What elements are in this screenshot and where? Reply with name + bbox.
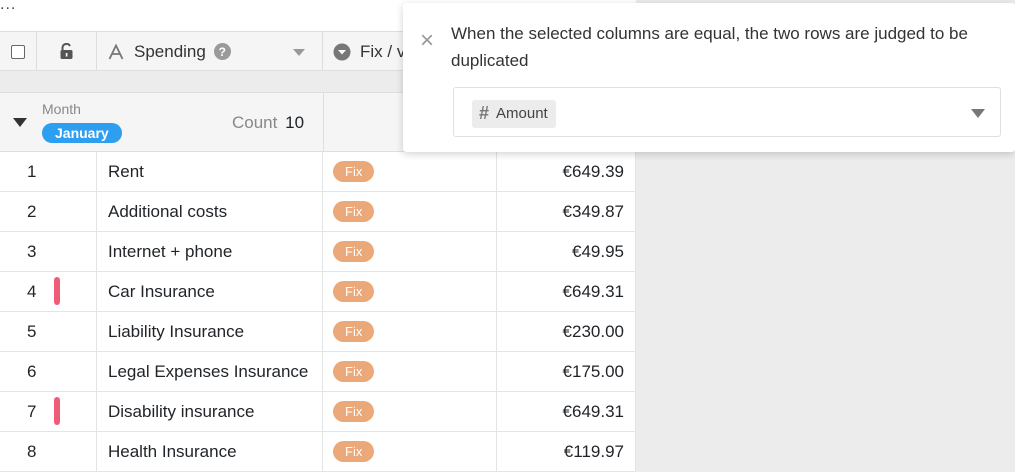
duplicate-marker [54, 397, 60, 425]
spending-cell[interactable]: Rent [97, 152, 323, 191]
amount-cell[interactable]: €230.00 [497, 312, 636, 351]
fix-variable-cell[interactable]: Fix [323, 312, 497, 351]
text-field-icon [108, 43, 124, 59]
row-number: 3 [0, 232, 97, 271]
column-spending-label: Spending [134, 41, 206, 61]
amount-cell[interactable]: €649.31 [497, 272, 636, 311]
fix-variable-cell[interactable]: Fix [323, 232, 497, 271]
close-icon[interactable]: × [420, 29, 434, 53]
row-number: 2 [0, 192, 97, 231]
spending-cell[interactable]: Legal Expenses Insurance [97, 352, 323, 391]
row-number: 4 [0, 272, 97, 311]
duplicate-settings-panel: × When the selected columns are equal, t… [403, 3, 1015, 152]
selected-column-tag[interactable]: # Amount [472, 100, 556, 128]
row-4[interactable]: 4 Car Insurance Fix €649.31 [0, 272, 636, 312]
row-2[interactable]: 2 Additional costs Fix €349.87 [0, 192, 636, 232]
group-field-label: Month [42, 101, 81, 117]
amount-cell[interactable]: €349.87 [497, 192, 636, 231]
fix-tag: Fix [333, 241, 375, 262]
spending-cell[interactable]: Disability insurance [97, 392, 323, 431]
column-header-spending[interactable]: Spending ? [97, 32, 323, 71]
group-count: Count 10 [232, 113, 304, 133]
fix-tag: Fix [333, 361, 375, 382]
fix-variable-cell[interactable]: Fix [323, 272, 497, 311]
more-options-icon[interactable]: ... [0, 0, 16, 14]
fix-variable-cell[interactable]: Fix [323, 152, 497, 191]
lock-icon[interactable] [59, 43, 74, 60]
duplicate-description: When the selected columns are equal, the… [451, 24, 968, 70]
spending-cell[interactable]: Health Insurance [97, 432, 323, 471]
spending-cell[interactable]: Additional costs [97, 192, 323, 231]
fix-variable-cell[interactable]: Fix [323, 192, 497, 231]
amount-cell[interactable]: €649.31 [497, 392, 636, 431]
lock-cell [37, 32, 97, 71]
group-count-label: Count [232, 113, 278, 132]
row-number: 8 [0, 432, 97, 471]
fix-tag: Fix [333, 161, 375, 182]
amount-cell[interactable]: €649.39 [497, 152, 636, 191]
group-value-badge: January [42, 123, 122, 143]
fix-tag: Fix [333, 281, 375, 302]
select-all-checkbox[interactable] [11, 44, 25, 59]
chevron-down-icon[interactable] [293, 49, 305, 56]
row-6[interactable]: 6 Legal Expenses Insurance Fix €175.00 [0, 352, 636, 392]
group-divider [323, 93, 324, 151]
row-1[interactable]: 1 Rent Fix €649.39 [0, 152, 636, 192]
column-fix-label: Fix / v [360, 41, 406, 61]
fix-tag: Fix [333, 321, 375, 342]
single-select-icon [333, 43, 351, 60]
spending-cell[interactable]: Car Insurance [97, 272, 323, 311]
amount-cell[interactable]: €175.00 [497, 352, 636, 391]
collapse-group-icon[interactable] [13, 118, 27, 127]
fix-variable-cell[interactable]: Fix [323, 432, 497, 471]
row-5[interactable]: 5 Liability Insurance Fix €230.00 [0, 312, 636, 352]
select-all-cell [0, 32, 37, 71]
help-icon[interactable]: ? [213, 43, 231, 60]
row-7[interactable]: 7 Disability insurance Fix €649.31 [0, 392, 636, 432]
fix-tag: Fix [333, 401, 375, 422]
duplicate-marker [54, 277, 60, 305]
fix-tag: Fix [333, 441, 375, 462]
row-3[interactable]: 3 Internet + phone Fix €49.95 [0, 232, 636, 272]
selected-column-label: Amount [496, 105, 548, 122]
spending-cell[interactable]: Internet + phone [97, 232, 323, 271]
fix-variable-cell[interactable]: Fix [323, 392, 497, 431]
dropdown-arrow-icon[interactable] [971, 109, 985, 118]
fix-tag: Fix [333, 201, 375, 222]
spending-cell[interactable]: Liability Insurance [97, 312, 323, 351]
amount-cell[interactable]: €49.95 [497, 232, 636, 271]
number-field-icon: # [479, 103, 490, 123]
row-number: 6 [0, 352, 97, 391]
row-8[interactable]: 8 Health Insurance Fix €119.97 [0, 432, 636, 472]
amount-cell[interactable]: €119.97 [497, 432, 636, 471]
group-count-value: 10 [285, 113, 305, 132]
fix-variable-cell[interactable]: Fix [323, 352, 497, 391]
row-number: 1 [0, 152, 97, 191]
row-number: 5 [0, 312, 97, 351]
column-select[interactable]: # Amount [453, 87, 1001, 137]
row-number: 7 [0, 392, 97, 431]
